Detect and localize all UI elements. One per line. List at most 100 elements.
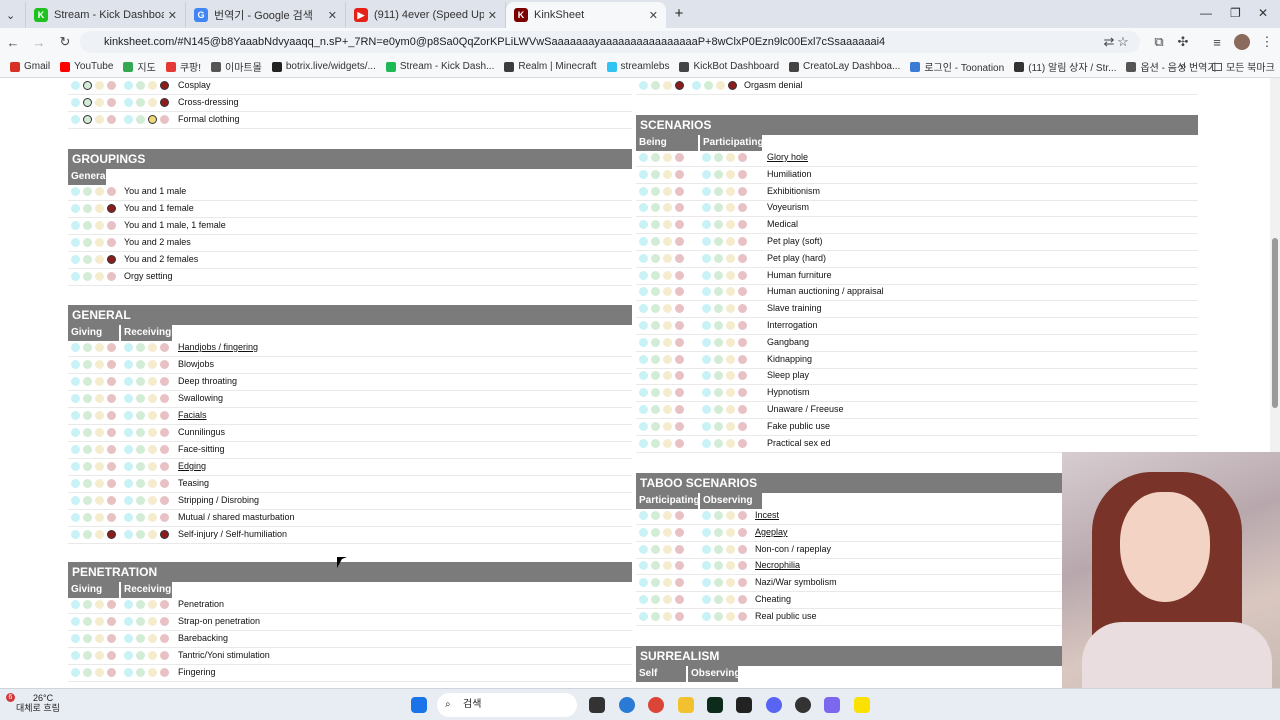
rating-circle[interactable] [148, 479, 157, 488]
rating-circle[interactable] [651, 270, 660, 280]
rating-circle[interactable] [95, 81, 104, 90]
obs-icon[interactable] [795, 697, 811, 713]
rating-circle[interactable] [107, 81, 116, 90]
rating-circle[interactable] [675, 388, 684, 398]
rating-circle[interactable] [83, 238, 92, 247]
rating-circle[interactable] [136, 81, 145, 90]
rating-circle[interactable] [95, 651, 104, 660]
rating-circle[interactable] [83, 462, 92, 471]
edge-icon[interactable] [619, 697, 635, 713]
file-explorer-icon[interactable] [678, 697, 694, 713]
rating-circle[interactable] [702, 169, 711, 179]
rating-circle[interactable] [107, 445, 116, 454]
bookmark-item[interactable]: Stream - Kick Dash... [385, 59, 494, 74]
rating-circle[interactable] [726, 527, 735, 537]
rating-circle[interactable] [663, 388, 672, 398]
rating-circle[interactable] [663, 578, 672, 588]
rating-circle[interactable] [651, 595, 660, 604]
rating-circle[interactable] [651, 527, 660, 537]
rating-circle[interactable] [107, 255, 116, 264]
rating-circle[interactable] [726, 371, 735, 381]
rating-circle[interactable] [726, 253, 735, 263]
rating-circle[interactable] [704, 81, 713, 90]
rating-circle[interactable] [107, 115, 116, 124]
rating-circle[interactable] [738, 203, 747, 213]
bookmark-item[interactable]: (11) 알림 상자 / Str... [1014, 59, 1116, 74]
rating-circle[interactable] [738, 337, 747, 347]
rating-circle[interactable] [639, 371, 648, 381]
rating-circle[interactable] [95, 479, 104, 488]
rating-circle[interactable] [95, 530, 104, 539]
rating-circle[interactable] [702, 186, 711, 196]
rating-circle[interactable] [95, 187, 104, 196]
url-field[interactable]: kinksheet.com/#N145@b8YaaabNdvyaaqq_n.sP… [80, 31, 1140, 53]
rating-circle[interactable] [726, 354, 735, 364]
rating-circle[interactable] [71, 81, 80, 90]
rating-circle[interactable] [95, 98, 104, 107]
rating-circle[interactable] [702, 578, 711, 588]
rating-circle[interactable] [726, 203, 735, 213]
rating-circle[interactable] [714, 438, 723, 448]
rating-circle[interactable] [663, 153, 672, 162]
rating-circle[interactable] [714, 220, 723, 230]
rating-circle[interactable] [738, 544, 747, 554]
rating-circle[interactable] [95, 238, 104, 247]
rating-circle[interactable] [136, 360, 145, 369]
rating-circle[interactable] [651, 388, 660, 398]
rating-circle[interactable] [651, 253, 660, 263]
rating-circle[interactable] [714, 186, 723, 196]
rating-circle[interactable] [95, 394, 104, 403]
rating-circle[interactable] [148, 343, 157, 352]
bookmark-item[interactable]: KickBot Dashboard [679, 59, 779, 74]
weather-widget[interactable]: 26°C 대체로 흐림 [16, 693, 60, 713]
rating-circle[interactable] [136, 668, 145, 677]
rating-circle[interactable] [160, 428, 169, 437]
rating-circle[interactable] [148, 98, 157, 107]
bookmark-item[interactable]: Realm | Minecraft [504, 59, 597, 74]
rating-circle[interactable] [639, 421, 648, 431]
rating-circle[interactable] [160, 651, 169, 660]
rating-circle[interactable] [716, 81, 725, 90]
rating-circle[interactable] [726, 388, 735, 398]
rating-circle[interactable] [107, 634, 116, 643]
rating-circle[interactable] [71, 479, 80, 488]
rating-circle[interactable] [702, 421, 711, 431]
rating-circle[interactable] [639, 253, 648, 263]
rating-circle[interactable] [651, 81, 660, 90]
rating-circle[interactable] [107, 238, 116, 247]
rating-circle[interactable] [160, 445, 169, 454]
rating-circle[interactable] [738, 611, 747, 621]
kakaotalk-icon[interactable] [854, 697, 870, 713]
rating-circle[interactable] [160, 343, 169, 352]
rating-circle[interactable] [83, 411, 92, 420]
rating-circle[interactable] [124, 496, 133, 505]
rating-circle[interactable] [107, 98, 116, 107]
restore-icon[interactable]: ❐ [1230, 6, 1241, 20]
rating-circle[interactable] [714, 561, 723, 571]
rating-circle[interactable] [714, 321, 723, 330]
rating-circle[interactable] [663, 203, 672, 213]
rating-circle[interactable] [160, 462, 169, 471]
rating-circle[interactable] [71, 513, 80, 522]
rating-circle[interactable] [675, 421, 684, 431]
rating-circle[interactable] [71, 204, 80, 213]
rating-circle[interactable] [160, 360, 169, 369]
back-icon[interactable]: ← [0, 35, 26, 50]
rating-circle[interactable] [738, 421, 747, 431]
rating-circle[interactable] [83, 98, 92, 107]
rating-circle[interactable] [675, 169, 684, 179]
tab-close-icon[interactable]: ✕ [328, 9, 337, 22]
rating-circle[interactable] [702, 544, 711, 554]
rating-circle[interactable] [675, 287, 684, 297]
rating-circle[interactable] [726, 561, 735, 571]
rating-circle[interactable] [639, 237, 648, 246]
rating-circle[interactable] [160, 617, 169, 626]
rating-circle[interactable] [726, 438, 735, 448]
rating-circle[interactable] [702, 220, 711, 230]
rating-circle[interactable] [107, 343, 116, 352]
rating-circle[interactable] [107, 411, 116, 420]
rating-circle[interactable] [83, 81, 92, 90]
rating-circle[interactable] [726, 595, 735, 604]
rating-circle[interactable] [663, 237, 672, 246]
rating-circle[interactable] [663, 354, 672, 364]
